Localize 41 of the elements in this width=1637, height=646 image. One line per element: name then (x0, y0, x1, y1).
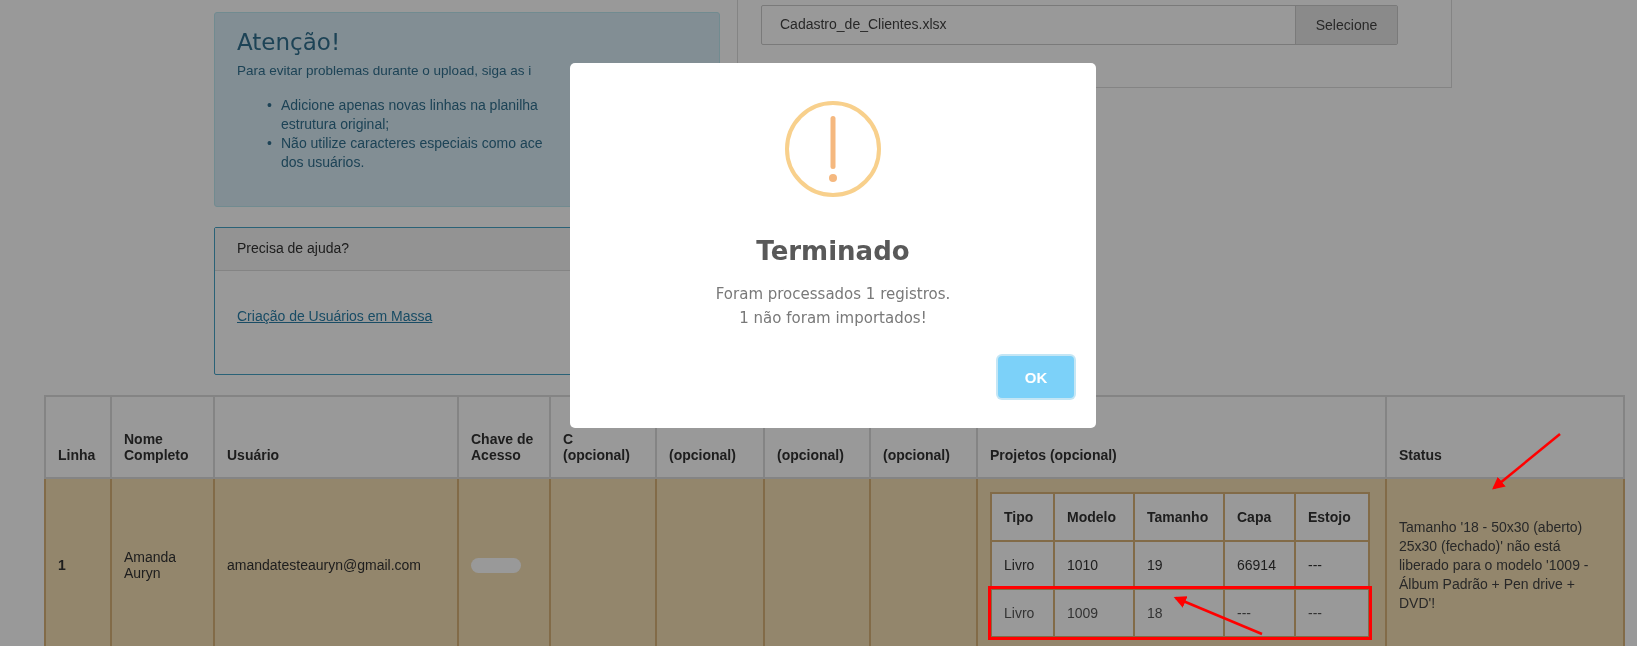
table-cell: Amanda Auryn (111, 478, 214, 646)
table-cell: 18 (1134, 589, 1224, 637)
bullet: • (267, 134, 273, 153)
select-button[interactable]: Selecione (1295, 6, 1397, 44)
column-header: Tipo (991, 493, 1054, 541)
table-cell: Livro (991, 589, 1054, 637)
table-cell: --- (1295, 541, 1369, 589)
dialog-title: Terminado (756, 236, 910, 266)
column-header: Status (1386, 396, 1624, 478)
list-item-text: dos usuários. (281, 153, 366, 172)
table-cell: 19 (1134, 541, 1224, 589)
arrow-annotation (1492, 433, 1561, 490)
table-cell: Livro (991, 541, 1054, 589)
column-header: Modelo (1054, 493, 1134, 541)
table-cell: 1010 (1054, 541, 1134, 589)
table-cell: 1 (45, 478, 111, 646)
list-item-text: estrutura original; (281, 115, 391, 134)
column-header: Chave de Acesso (458, 396, 550, 478)
list-item-text: Não utilize caracteres especiais como ace (281, 134, 543, 153)
file-input[interactable]: Cadastro_de_Clientes.xlsx Selecione (761, 5, 1398, 45)
bullet: • (267, 96, 273, 115)
status-text: Tamanho '18 - 50x30 (aberto) 25x30 (fechado)' não está liberado para o modelo '1009 - Álbum Padrão + Pen drive + DVD'! (1386, 478, 1624, 646)
table-cell: 66914 (1224, 541, 1295, 589)
column-header: Tamanho (1134, 493, 1224, 541)
warning-icon (784, 100, 882, 198)
column-header: Nome Completo (111, 396, 214, 478)
table-cell: amandatesteauryn@gmail.com (214, 478, 458, 646)
column-header: Capa (1224, 493, 1295, 541)
help-link[interactable]: Criação de Usuários em Massa (237, 308, 433, 324)
dialog-message: Foram processados 1 registros. (715, 284, 951, 305)
list-item-text: Adicione apenas novas linhas na planilha (281, 96, 538, 115)
table-cell: --- (1295, 589, 1369, 637)
column-header: Estojo (1295, 493, 1369, 541)
table-cell: --- (1224, 589, 1295, 637)
redaction-mark (471, 558, 521, 574)
dialog-message: 1 não foram importados! (739, 308, 927, 329)
alert-title: Atenção! (237, 29, 342, 55)
alert-text: Para evitar problemas durante o upload, siga as i (237, 63, 533, 78)
table-cell: 1009 (1054, 589, 1134, 637)
column-header: Linha (45, 396, 111, 478)
column-header: Usuário (214, 396, 458, 478)
